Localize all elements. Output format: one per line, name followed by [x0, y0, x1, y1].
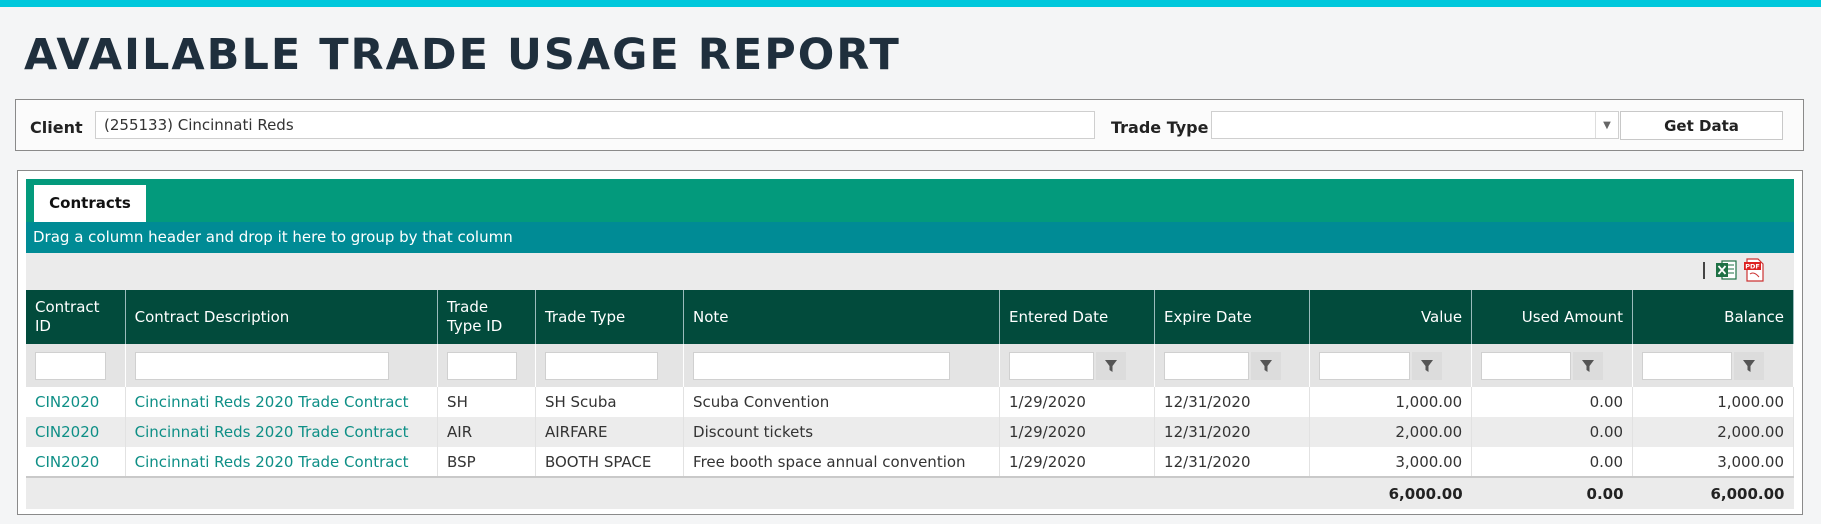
- get-data-button[interactable]: Get Data: [1620, 111, 1783, 140]
- expire-date-cell: 12/31/2020: [1154, 387, 1311, 417]
- excel-icon[interactable]: [1715, 259, 1737, 281]
- entered-date-cell: 1/29/2020: [999, 447, 1156, 477]
- expire-date-cell: 12/31/2020: [1154, 447, 1311, 477]
- filter-input-note[interactable]: [693, 351, 951, 380]
- contract-id-link[interactable]: CIN2020: [26, 387, 126, 417]
- filter-row: [26, 344, 1794, 387]
- balance-cell: 1,000.00: [1632, 387, 1794, 417]
- contracts-panel: Contracts Drag a column header and drop …: [17, 170, 1803, 515]
- column-header-balance[interactable]: Balance: [1632, 290, 1794, 344]
- balance-cell: 2,000.00: [1632, 417, 1794, 447]
- trade-type-id-cell: BSP: [437, 447, 536, 477]
- filter-input-contract-id[interactable]: [35, 351, 106, 380]
- note-cell: Free booth space annual convention: [683, 447, 1000, 477]
- pdf-icon[interactable]: PDF: [1744, 258, 1765, 282]
- tab-contracts[interactable]: Contracts: [34, 185, 146, 222]
- group-drop-area[interactable]: Drag a column header and drop it here to…: [26, 222, 1794, 253]
- note-cell: Discount tickets: [683, 417, 1000, 447]
- total-used-amount: 0.00: [1471, 476, 1633, 509]
- header-row: Contract ID Contract Description Trade T…: [26, 290, 1794, 344]
- expire-date-cell: 12/31/2020: [1154, 417, 1311, 447]
- grid-toolbar: PDF: [26, 253, 1794, 290]
- filter-icon[interactable]: [1573, 351, 1604, 380]
- trade-type-label: Trade Type: [1111, 118, 1209, 137]
- table-row[interactable]: CIN2020 Cincinnati Reds 2020 Trade Contr…: [26, 417, 1794, 447]
- contracts-grid: Contract ID Contract Description Trade T…: [26, 290, 1794, 509]
- svg-text:PDF: PDF: [1745, 263, 1760, 271]
- chevron-down-icon[interactable]: ▼: [1595, 112, 1618, 138]
- client-input[interactable]: [95, 111, 1095, 139]
- filter-icon[interactable]: [1734, 351, 1765, 380]
- filter-input-trade-type[interactable]: [544, 351, 658, 380]
- trade-type-cell: BOOTH SPACE: [535, 447, 685, 477]
- tab-bar: Contracts: [26, 179, 1794, 222]
- filter-input-contract-description[interactable]: [134, 351, 389, 380]
- contract-id-link[interactable]: CIN2020: [26, 447, 126, 477]
- value-cell: 2,000.00: [1309, 417, 1473, 447]
- filter-icon[interactable]: [1251, 351, 1282, 380]
- filter-input-balance[interactable]: [1642, 351, 1733, 380]
- note-cell: Scuba Convention: [683, 387, 1000, 417]
- contract-description-link[interactable]: Cincinnati Reds 2020 Trade Contract: [125, 447, 439, 477]
- filter-input-expire-date[interactable]: [1164, 351, 1250, 380]
- table-row[interactable]: CIN2020 Cincinnati Reds 2020 Trade Contr…: [26, 387, 1794, 417]
- balance-cell: 3,000.00: [1632, 447, 1794, 477]
- filter-input-value[interactable]: [1319, 351, 1411, 380]
- entered-date-cell: 1/29/2020: [999, 387, 1156, 417]
- trade-type-select[interactable]: ▼: [1211, 111, 1619, 139]
- value-cell: 1,000.00: [1309, 387, 1473, 417]
- used-amount-cell: 0.00: [1471, 417, 1634, 447]
- filter-input-entered-date[interactable]: [1008, 351, 1094, 380]
- trade-type-cell: AIRFARE: [535, 417, 685, 447]
- page-title: AVAILABLE TRADE USAGE REPORT: [24, 30, 901, 80]
- column-header-trade-type-id[interactable]: Trade Type ID: [437, 290, 536, 344]
- value-cell: 3,000.00: [1309, 447, 1473, 477]
- column-header-contract-id[interactable]: Contract ID: [26, 290, 126, 344]
- totals-row: 6,000.00 0.00 6,000.00: [26, 476, 1794, 509]
- client-label: Client: [30, 118, 83, 137]
- filter-input-used-amount[interactable]: [1481, 351, 1572, 380]
- total-balance: 6,000.00: [1632, 476, 1794, 509]
- contract-description-link[interactable]: Cincinnati Reds 2020 Trade Contract: [125, 417, 439, 447]
- column-header-expire-date[interactable]: Expire Date: [1154, 290, 1311, 344]
- toolbar-separator: [1703, 262, 1705, 279]
- trade-type-cell: SH Scuba: [535, 387, 685, 417]
- trade-type-id-cell: AIR: [437, 417, 536, 447]
- top-accent-bar: [0, 0, 1821, 7]
- column-header-used-amount[interactable]: Used Amount: [1471, 290, 1634, 344]
- contract-id-link[interactable]: CIN2020: [26, 417, 126, 447]
- filter-icon[interactable]: [1095, 351, 1126, 380]
- column-header-value[interactable]: Value: [1309, 290, 1473, 344]
- filter-input-trade-type-id[interactable]: [447, 351, 518, 380]
- filter-panel: Client Trade Type ▼ Get Data: [15, 99, 1804, 151]
- column-header-note[interactable]: Note: [683, 290, 1000, 344]
- trade-type-id-cell: SH: [437, 387, 536, 417]
- contract-description-link[interactable]: Cincinnati Reds 2020 Trade Contract: [125, 387, 439, 417]
- used-amount-cell: 0.00: [1471, 387, 1634, 417]
- entered-date-cell: 1/29/2020: [999, 417, 1156, 447]
- table-row[interactable]: CIN2020 Cincinnati Reds 2020 Trade Contr…: [26, 447, 1794, 477]
- column-header-trade-type[interactable]: Trade Type: [535, 290, 685, 344]
- used-amount-cell: 0.00: [1471, 447, 1634, 477]
- total-value: 6,000.00: [1309, 476, 1472, 509]
- column-header-entered-date[interactable]: Entered Date: [999, 290, 1156, 344]
- filter-icon[interactable]: [1412, 351, 1443, 380]
- column-header-contract-description[interactable]: Contract Description: [125, 290, 439, 344]
- totals-spacer: [26, 476, 1310, 509]
